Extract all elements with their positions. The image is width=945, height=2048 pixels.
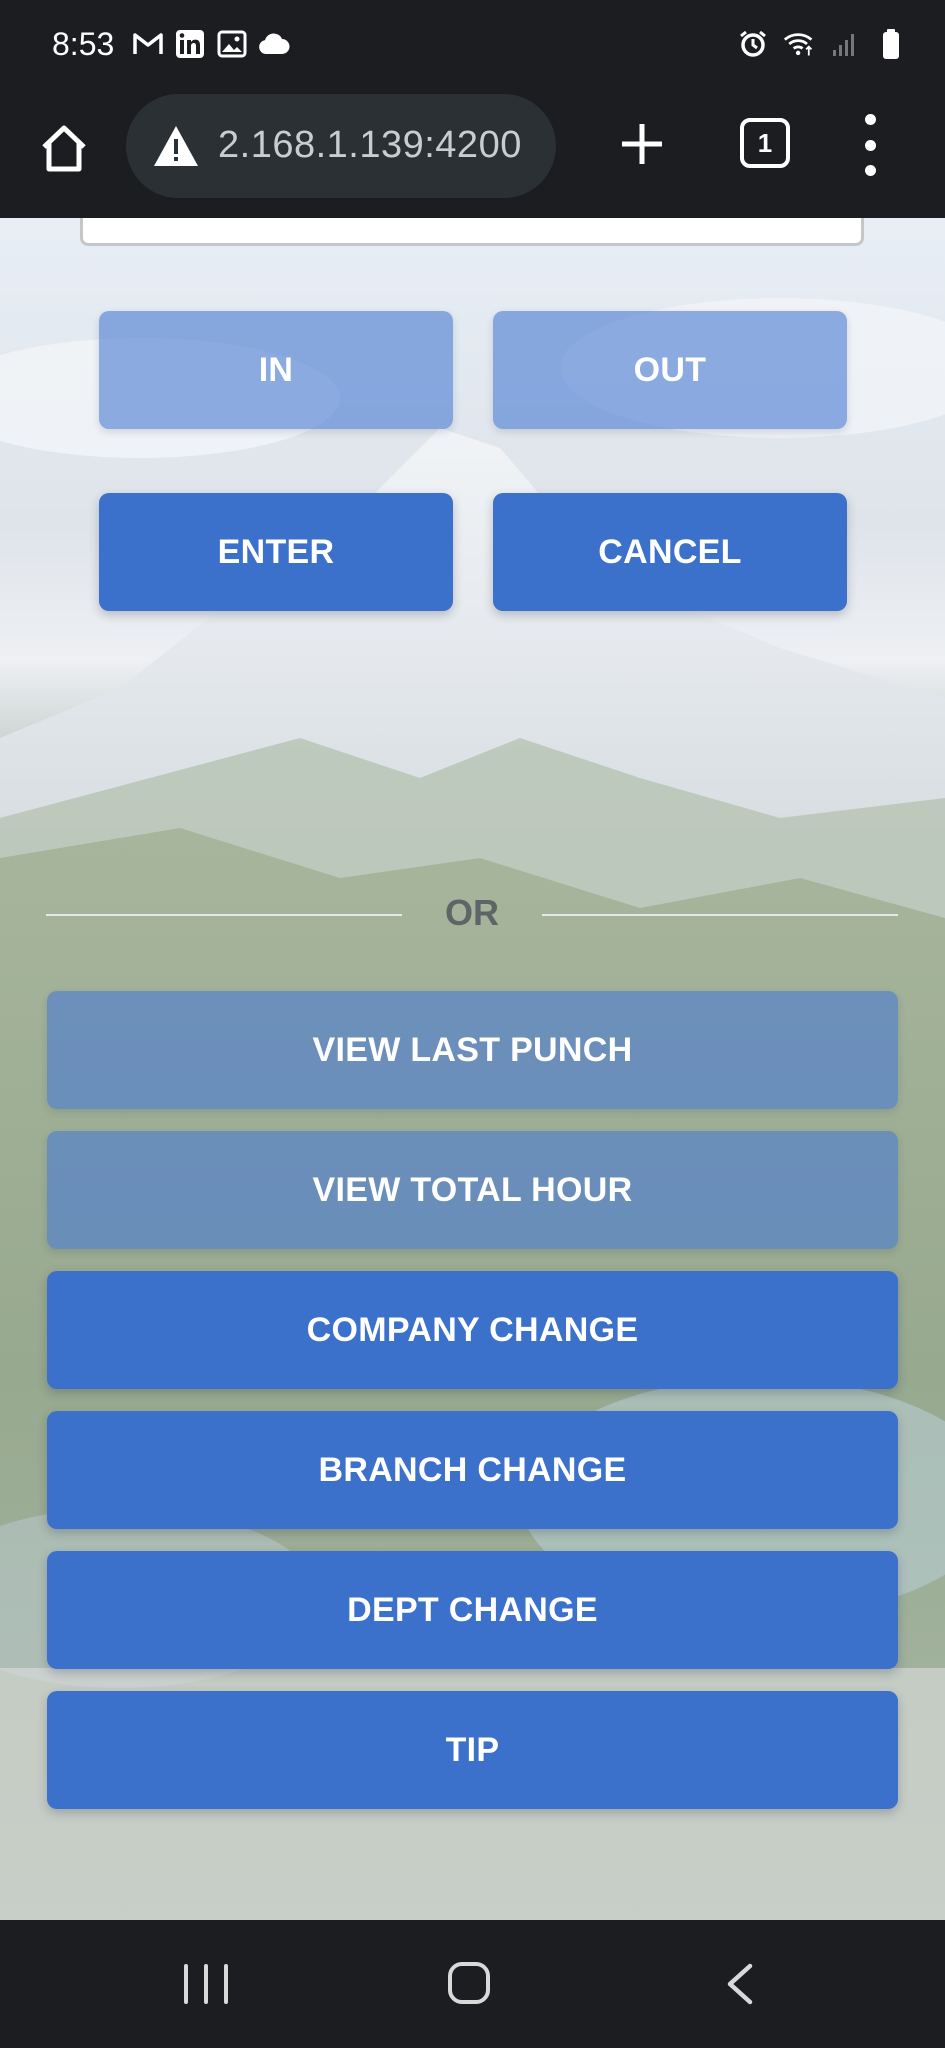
more-vert-icon[interactable]: [850, 112, 890, 178]
home-button[interactable]: [34, 118, 94, 178]
employee-id-field[interactable]: [80, 218, 864, 246]
alarm-icon: [737, 28, 769, 60]
in-button[interactable]: IN: [99, 311, 453, 429]
notification-icons: [132, 28, 290, 60]
status-bar: 8:53: [0, 0, 945, 88]
or-label: OR: [445, 892, 499, 933]
cancel-button[interactable]: CANCEL: [493, 493, 847, 611]
address-bar[interactable]: 2.168.1.139:4200: [126, 94, 556, 198]
recent-apps-icon[interactable]: [184, 1964, 228, 2004]
signal-icon: [829, 28, 861, 60]
linkedin-icon: [174, 28, 206, 60]
company-change-button[interactable]: COMPANY CHANGE: [47, 1271, 898, 1389]
gallery-icon: [216, 28, 248, 60]
or-divider: OR: [46, 874, 898, 954]
status-time: 8:53: [52, 26, 115, 62]
system-nav-bar: [0, 1920, 945, 2048]
out-button[interactable]: OUT: [493, 311, 847, 429]
nav-home-icon[interactable]: [448, 1962, 490, 2004]
home-icon: [42, 125, 86, 172]
view-total-hour-button[interactable]: VIEW TOTAL HOUR: [47, 1131, 898, 1249]
branch-change-button[interactable]: BRANCH CHANGE: [47, 1411, 898, 1529]
gmail-icon: [132, 28, 164, 60]
plus-icon: [622, 124, 662, 164]
warning-icon: [154, 126, 198, 166]
back-icon[interactable]: [720, 1962, 760, 2006]
tip-button[interactable]: TIP: [47, 1691, 898, 1809]
system-icons: [737, 28, 907, 60]
tab-switcher-button[interactable]: 1: [740, 118, 790, 168]
battery-icon: [875, 28, 907, 60]
new-tab-button[interactable]: [612, 114, 672, 174]
enter-button[interactable]: ENTER: [99, 493, 453, 611]
wifi-icon: [783, 28, 815, 60]
view-last-punch-button[interactable]: VIEW LAST PUNCH: [47, 991, 898, 1109]
dept-change-button[interactable]: DEPT CHANGE: [47, 1551, 898, 1669]
cloud-icon: [258, 28, 290, 60]
browser-toolbar: 2.168.1.139:4200 1: [0, 88, 945, 218]
url-text: 2.168.1.139:4200: [218, 124, 522, 166]
punch-page: IN OUT ENTER CANCEL OR VIEW LAST PUNCH V…: [0, 218, 945, 1920]
